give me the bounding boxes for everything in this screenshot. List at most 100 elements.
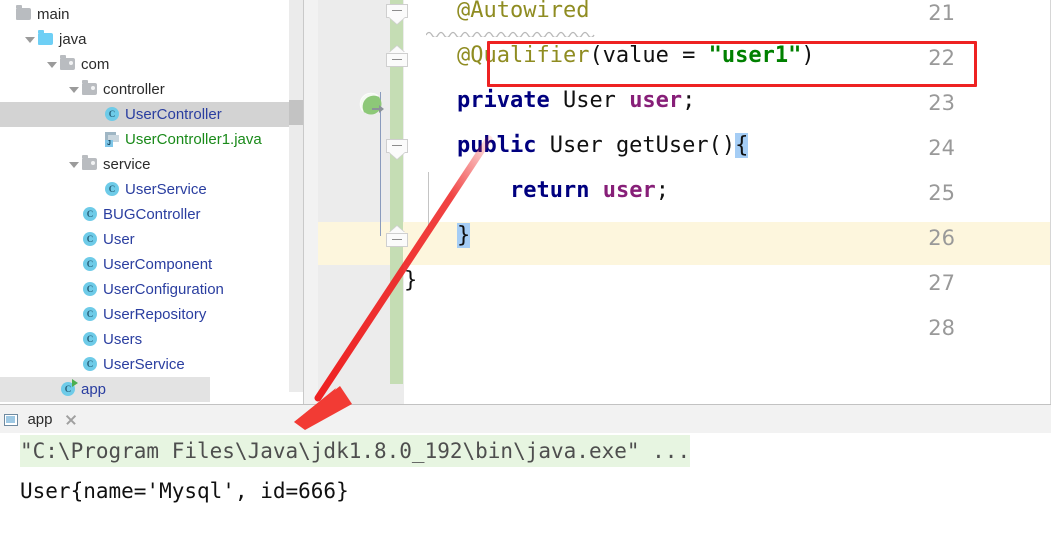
tree-item-label: Users: [103, 331, 143, 348]
tree-item-java[interactable]: java: [0, 27, 303, 52]
console-tab-app[interactable]: app: [4, 406, 77, 434]
tree-item-label: UserController1.java: [125, 131, 262, 148]
tree-twisty-spacer: [68, 252, 81, 277]
console-tab-bar[interactable]: app: [0, 405, 1051, 435]
tree-item-label: User: [103, 231, 135, 248]
tree-twisty-spacer: [90, 102, 103, 127]
code-line-26[interactable]: }: [404, 223, 471, 248]
tree-twisty-spacer: [46, 377, 59, 402]
console-tab-label: app: [27, 411, 53, 428]
class-icon: C: [103, 177, 121, 202]
class-icon: C: [81, 202, 99, 227]
tree-twisty-spacer: [90, 127, 103, 152]
panel-splitter[interactable]: [303, 0, 304, 404]
spring-bean-gutter-icon[interactable]: [359, 92, 385, 118]
code-token: ;: [655, 178, 669, 203]
tree-item-users[interactable]: C Users: [0, 327, 303, 352]
folder-package-icon: [81, 152, 99, 177]
tree-twisty-spacer: [68, 227, 81, 252]
tree-item-userconfiguration[interactable]: C UserConfiguration: [0, 277, 303, 302]
tree-item-label: UserService: [125, 181, 207, 198]
code-token: user: [629, 88, 683, 113]
code-token: User: [549, 88, 630, 113]
code-token: private: [456, 88, 550, 113]
chevron-down-icon[interactable]: [68, 77, 81, 102]
chevron-down-icon[interactable]: [46, 52, 59, 77]
console-line-2: User{name='Mysql', id=666}: [20, 479, 349, 503]
tree-item-controller[interactable]: controller: [0, 77, 303, 102]
tree-item-label: java: [59, 31, 87, 48]
tree-item-usercontroller1-java[interactable]: J UserController1.java: [0, 127, 303, 152]
run-tool-window: app "C:\Program Files\Java\jdk1.8.0_192\…: [0, 404, 1051, 535]
code-token: user: [602, 178, 656, 203]
close-icon[interactable]: [65, 414, 77, 426]
console-window-icon: [4, 414, 18, 426]
tree-item-userservice[interactable]: C UserService: [0, 352, 303, 377]
console-output[interactable]: "C:\Program Files\Java\jdk1.8.0_192\bin\…: [0, 433, 1051, 535]
project-tree-scrollbar-thumb[interactable]: [289, 100, 303, 125]
tree-item-label: BUGController: [103, 206, 201, 223]
code-line-21[interactable]: @Autowired: [404, 0, 589, 23]
code-line-25[interactable]: return user;: [404, 178, 669, 203]
project-tree-panel[interactable]: main java com controller C UserController J Use…: [0, 0, 303, 404]
tree-item-usercontroller[interactable]: C UserController: [0, 102, 303, 127]
tree-item-label: UserService: [103, 356, 185, 373]
tree-twisty-spacer: [68, 327, 81, 352]
tree-twisty-spacer: [68, 302, 81, 327]
tree-item-label: com: [81, 56, 110, 73]
code-line-23[interactable]: private User user;: [404, 88, 695, 113]
tree-item-main[interactable]: main: [0, 2, 303, 27]
class-icon: C: [81, 252, 99, 277]
class-icon: C: [81, 302, 99, 327]
tree-item-bugcontroller[interactable]: C BUGController: [0, 202, 303, 227]
tree-item-com[interactable]: com: [0, 52, 303, 77]
code-token: User getUser(): [536, 133, 736, 158]
tree-twisty-spacer: [68, 202, 81, 227]
folder-package-icon: [81, 77, 99, 102]
class-icon: C: [103, 102, 121, 127]
code-token: }: [404, 268, 418, 293]
chevron-down-icon[interactable]: [24, 27, 37, 52]
class-runnable-icon: C: [59, 377, 78, 402]
code-token: public: [456, 133, 537, 158]
code-line-27[interactable]: }: [404, 268, 417, 293]
inspection-wavy-underline: [426, 31, 595, 37]
console-line-1: "C:\Program Files\Java\jdk1.8.0_192\bin\…: [20, 435, 691, 467]
tree-item-service[interactable]: service: [0, 152, 303, 177]
tree-item-app[interactable]: Capp: [0, 377, 210, 402]
tree-item-usercomponent[interactable]: C UserComponent: [0, 252, 303, 277]
code-token: @Autowired: [456, 0, 590, 23]
code-line-24[interactable]: public User getUser(){: [404, 133, 749, 158]
code-token: }: [456, 223, 471, 248]
class-icon: C: [81, 327, 99, 352]
tree-item-label: UserConfiguration: [103, 281, 224, 298]
class-icon: C: [81, 277, 99, 302]
tree-item-label: UserController: [125, 106, 222, 123]
chevron-down-icon[interactable]: [68, 152, 81, 177]
red-highlight-box: [487, 41, 977, 87]
tree-item-userrepository[interactable]: C UserRepository: [0, 302, 303, 327]
tree-item-userservice[interactable]: C UserService: [0, 177, 303, 202]
tree-item-label: controller: [103, 81, 165, 98]
project-tree-scrollbar-track[interactable]: [289, 0, 303, 392]
tree-item-label: app: [81, 381, 107, 398]
tree-item-user[interactable]: C User: [0, 227, 303, 252]
folder-gray-icon: [15, 2, 33, 27]
